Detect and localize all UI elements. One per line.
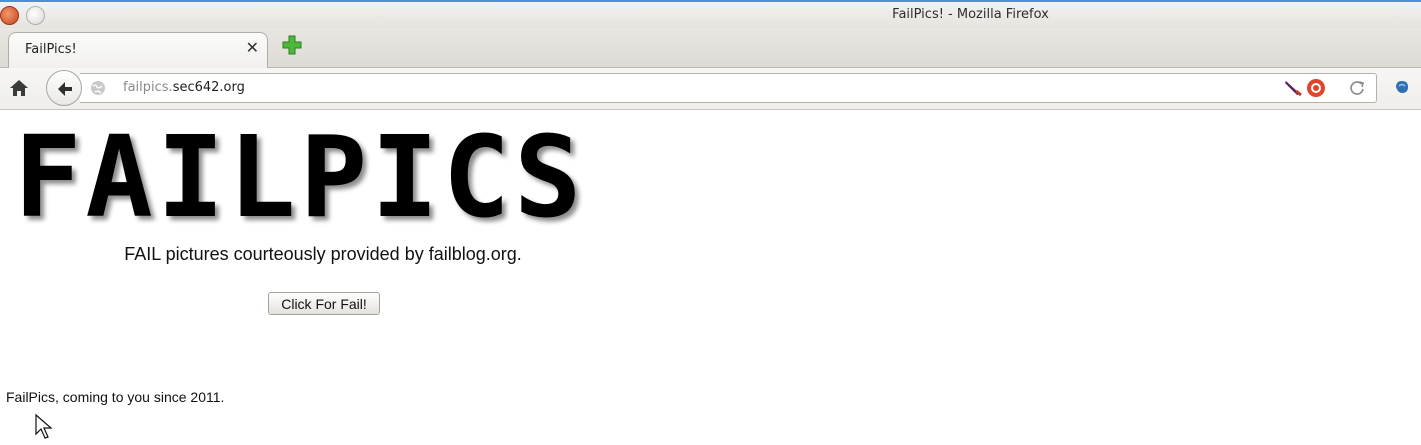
back-arrow-icon: [58, 82, 72, 96]
tab-failpics[interactable]: FailPics! ✕: [8, 32, 268, 68]
url-subdomain: failpics.: [123, 80, 173, 95]
title-bar: FailPics! - Mozilla Firefox: [0, 0, 1421, 28]
url-bar[interactable]: failpics.sec642.org: [80, 73, 1377, 103]
back-button[interactable]: [46, 70, 82, 106]
lifebuoy-extension-icon[interactable]: [1306, 78, 1326, 98]
navigation-toolbar: failpics.sec642.org: [0, 68, 1421, 110]
tab-strip: FailPics! ✕: [0, 28, 1421, 68]
close-icon[interactable]: ✕: [246, 39, 259, 57]
url-text: failpics.sec642.org: [123, 80, 245, 95]
window-title: FailPics! - Mozilla Firefox: [892, 7, 1049, 22]
page-logo: FAILPICS: [14, 113, 586, 243]
feather-extension-icon[interactable]: [1284, 79, 1304, 97]
click-for-fail-button[interactable]: Click For Fail!: [268, 292, 380, 315]
url-domain: sec642.org: [172, 80, 245, 95]
globe-icon: [90, 80, 106, 96]
new-tab-plus-icon[interactable]: [280, 34, 304, 58]
addon-icon[interactable]: [1393, 78, 1411, 96]
tagline: FAIL pictures courteously provided by fa…: [124, 244, 522, 264]
mouse-pointer-icon: [34, 413, 54, 441]
tab-label: FailPics!: [25, 42, 77, 57]
home-icon[interactable]: [8, 77, 30, 99]
footer-text: FailPics, coming to you since 2011.: [6, 389, 225, 405]
reload-icon[interactable]: [1348, 79, 1366, 97]
